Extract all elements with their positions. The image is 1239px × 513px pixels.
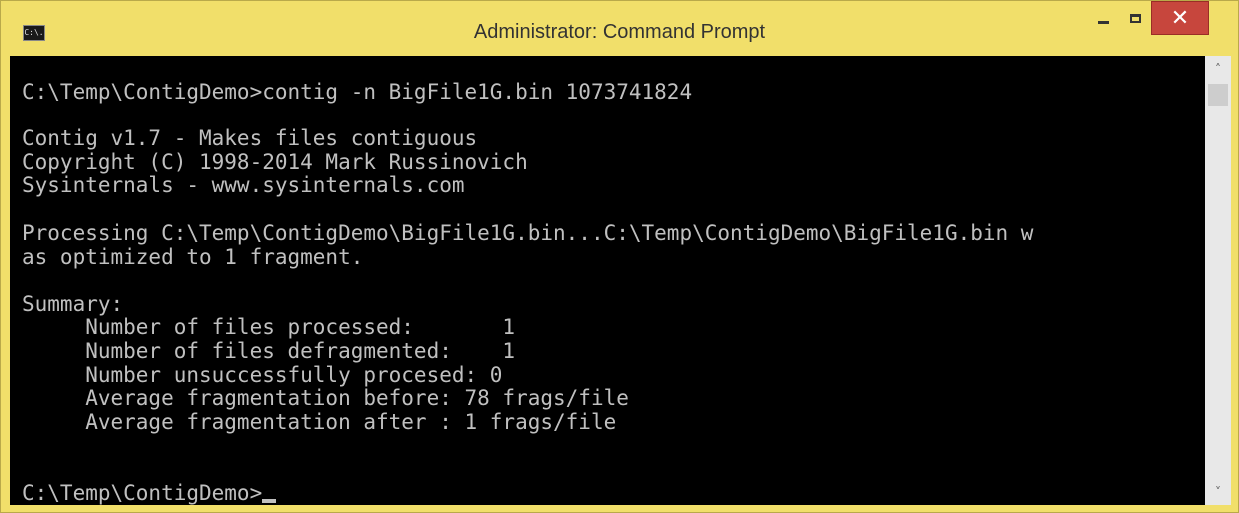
console-line: Average fragmentation after : 1 frags/fi… bbox=[22, 410, 617, 434]
prompt-line[interactable]: C:\Temp\ContigDemo> bbox=[22, 481, 277, 505]
command-prompt-window: C:\. Administrator: Command Prompt ✕ C:\… bbox=[0, 0, 1239, 513]
text-cursor bbox=[262, 499, 277, 503]
console-line: Number unsuccessfully procesed: 0 bbox=[22, 363, 503, 387]
console-line: Summary: bbox=[22, 292, 124, 316]
prompt-text: C:\Temp\ContigDemo> bbox=[22, 481, 263, 505]
console-line: Sysinternals - www.sysinternals.com bbox=[22, 173, 465, 197]
console-line: Contig v1.7 - Makes files contiguous bbox=[22, 126, 478, 150]
window-title: Administrator: Command Prompt bbox=[473, 21, 766, 43]
console-line: Copyright (C) 1998-2014 Mark Russinovich bbox=[22, 150, 528, 174]
vertical-scrollbar[interactable]: ˄ ˅ bbox=[1205, 56, 1231, 505]
maximize-icon bbox=[1129, 13, 1141, 23]
scroll-up-icon[interactable]: ˄ bbox=[1205, 58, 1231, 80]
console-line: Average fragmentation before: 78 frags/f… bbox=[22, 386, 629, 410]
scroll-down-icon[interactable]: ˅ bbox=[1205, 481, 1231, 503]
minimize-button[interactable] bbox=[1087, 1, 1119, 35]
console-line: as optimized to 1 fragment. bbox=[22, 245, 364, 269]
close-icon: ✕ bbox=[1170, 5, 1190, 31]
scroll-thumb[interactable] bbox=[1208, 84, 1228, 106]
close-button[interactable]: ✕ bbox=[1151, 1, 1209, 35]
console-line: C:\Temp\ContigDemo>contig -n BigFile1G.b… bbox=[22, 80, 693, 104]
console-line: Number of files processed: 1 bbox=[22, 315, 516, 339]
console-line: Number of files defragmented: 1 bbox=[22, 339, 516, 363]
maximize-button[interactable] bbox=[1119, 1, 1151, 35]
console-line: Processing C:\Temp\ContigDemo\BigFile1G.… bbox=[22, 221, 1034, 245]
console-output[interactable]: C:\Temp\ContigDemo>contig -n BigFile1G.b… bbox=[10, 56, 1205, 505]
minimize-icon bbox=[1097, 20, 1109, 24]
title-bar[interactable]: C:\. Administrator: Command Prompt ✕ bbox=[1, 1, 1238, 55]
